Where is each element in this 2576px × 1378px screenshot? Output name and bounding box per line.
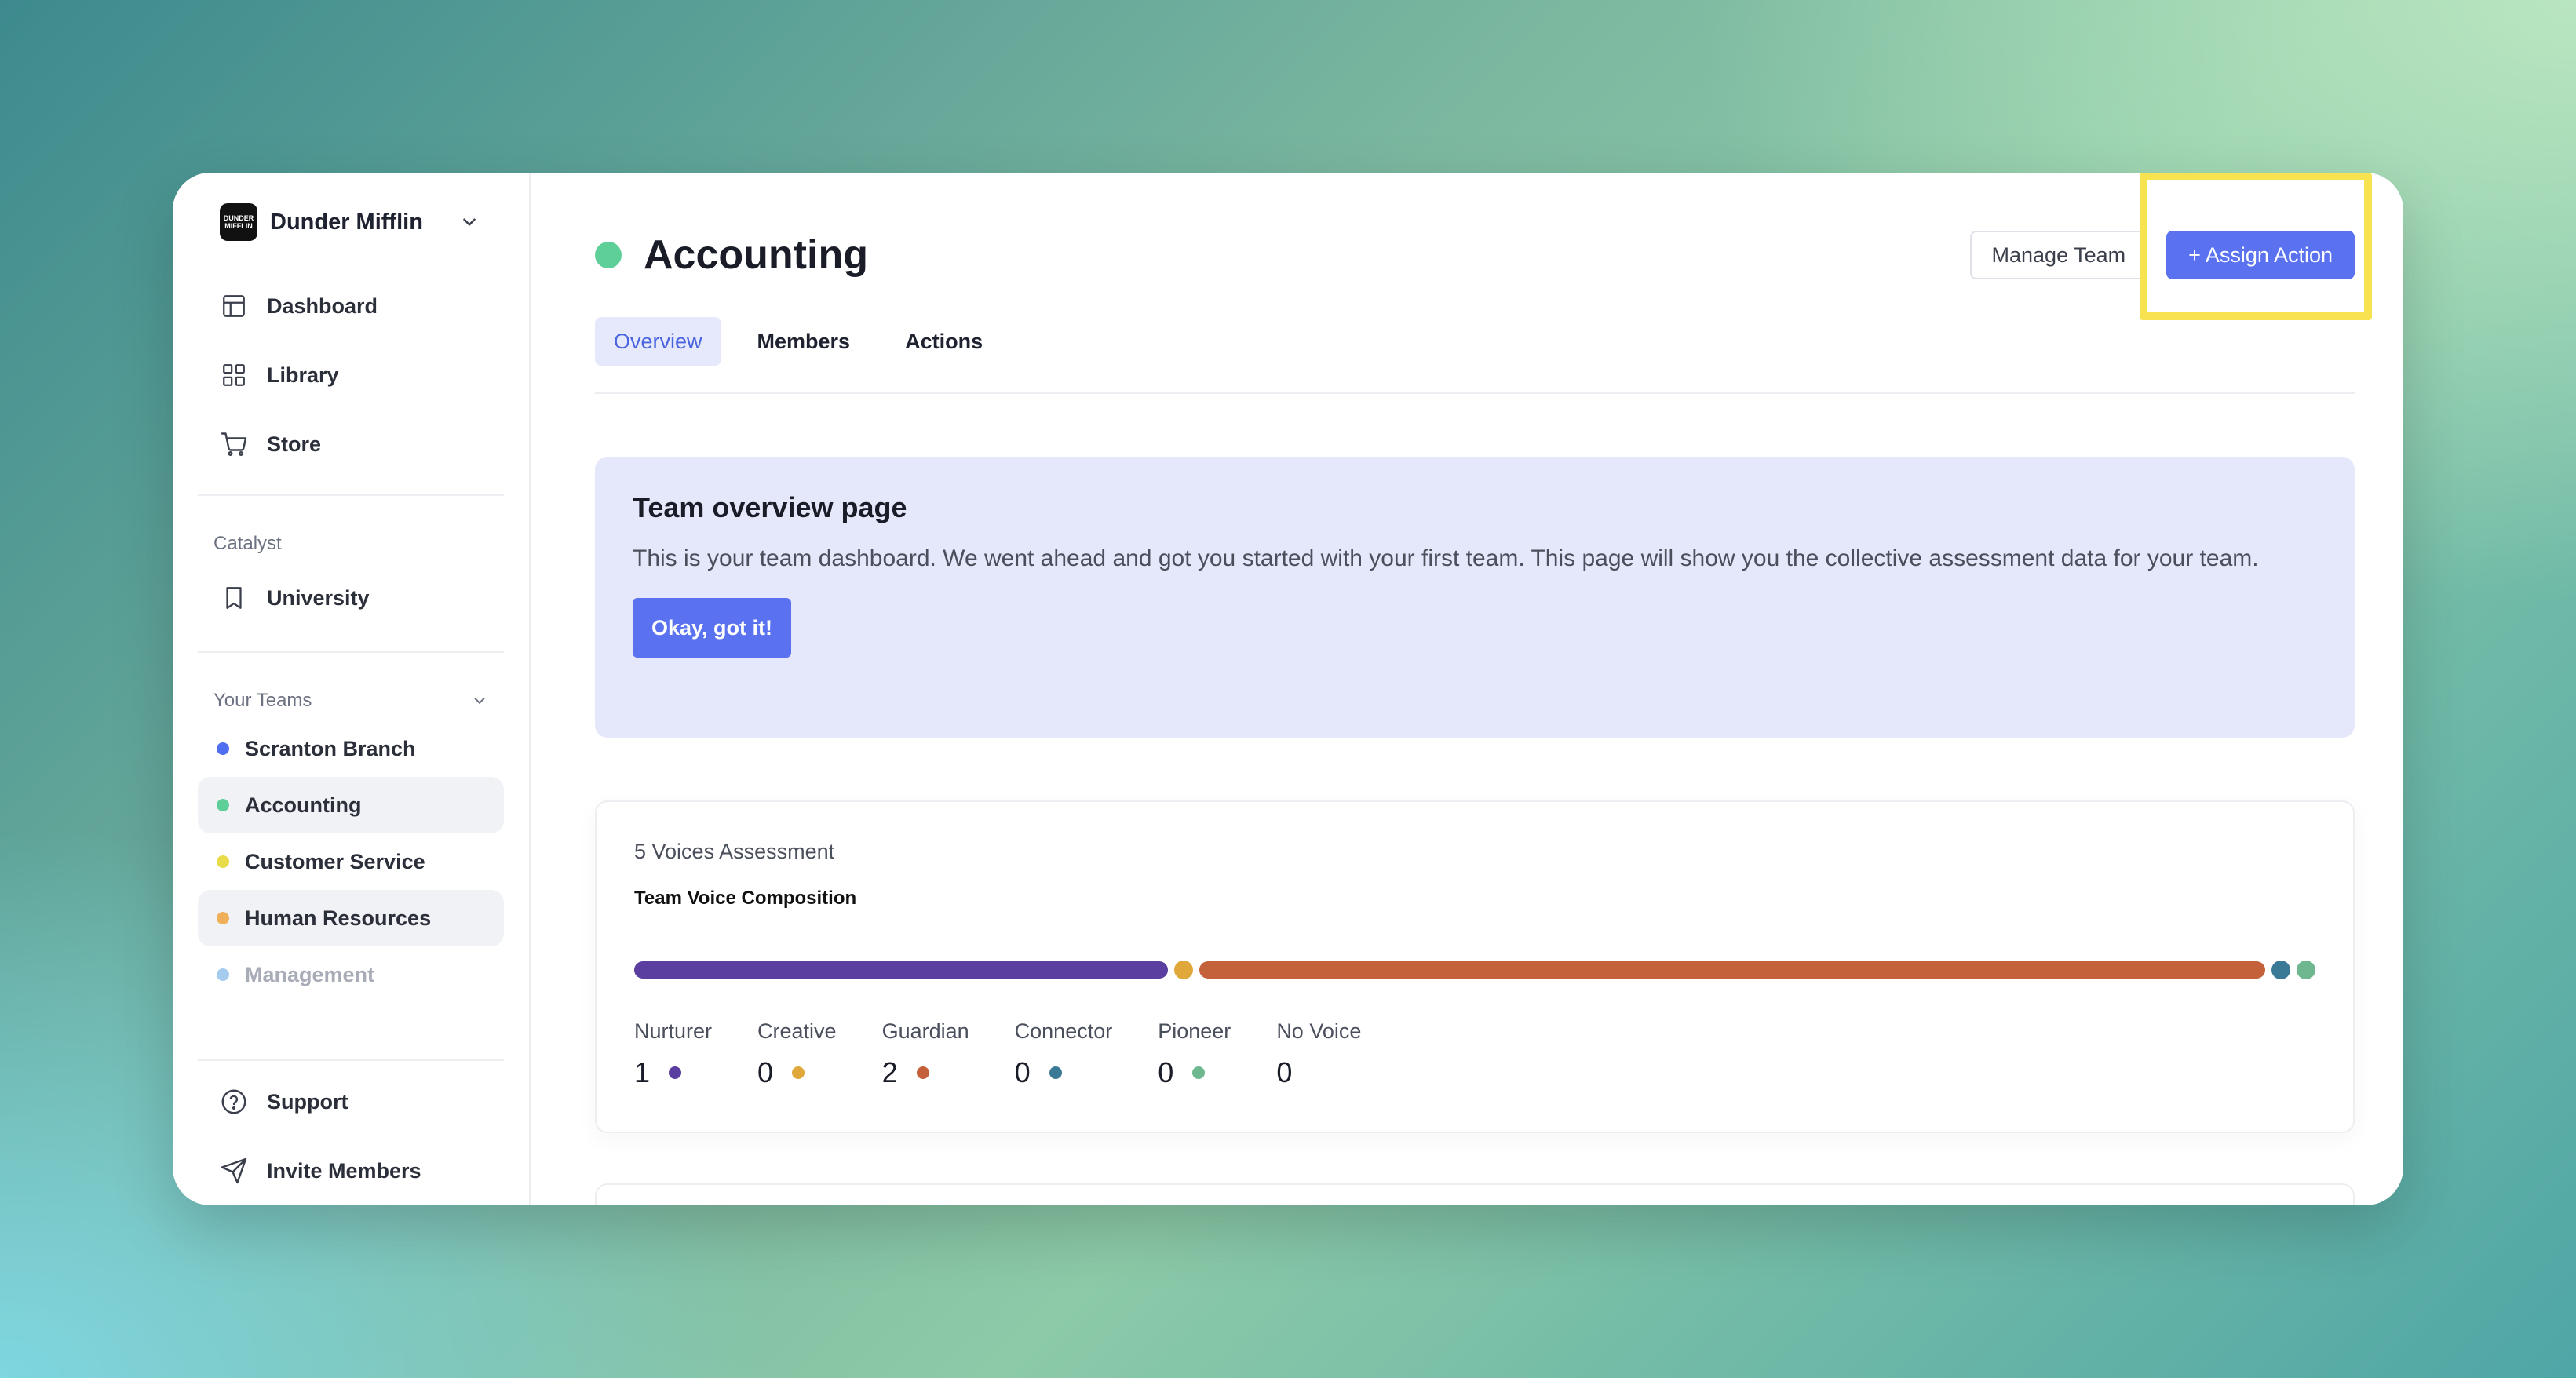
nav-university[interactable]: University (198, 563, 504, 632)
nav-support-label: Support (267, 1089, 348, 1114)
voice-count: 0 (1158, 1056, 1174, 1088)
composition-title: Team Voice Composition (634, 888, 857, 909)
assign-action-button[interactable]: + Assign Action (2166, 231, 2355, 279)
assessment-title: 5 Voices Assessment (634, 840, 835, 863)
tab-actions[interactable]: Actions (886, 317, 1002, 366)
nav-invite-label: Invite Members (267, 1158, 421, 1183)
sidebar-divider (198, 651, 504, 653)
tab-members[interactable]: Members (739, 317, 870, 366)
team-label: Human Resources (245, 906, 432, 930)
assessment-card: 5 Voices Assessment Team Voice Compositi… (595, 800, 2355, 1133)
bar-segment-nurturer (634, 961, 1168, 979)
nav-support[interactable]: Support (198, 1067, 504, 1136)
nav-university-label: University (267, 585, 370, 610)
sidebar-divider (198, 494, 504, 496)
voice-creative: Creative 0 (757, 1019, 837, 1089)
bookmark-icon (220, 584, 248, 612)
tab-overview[interactable]: Overview (595, 317, 721, 366)
nav-dashboard-label: Dashboard (267, 293, 378, 318)
voice-count: 1 (634, 1056, 651, 1088)
voice-name: Pioneer (1158, 1019, 1231, 1043)
org-switcher[interactable]: DUNDER MIFFLIN Dunder Mifflin (198, 173, 504, 272)
voice-composition-bar (634, 960, 2315, 980)
chevron-down-icon[interactable] (471, 692, 488, 709)
voice-count: 0 (757, 1056, 774, 1088)
team-scranton-branch[interactable]: Scranton Branch (198, 720, 504, 777)
voice-dot (1192, 1066, 1206, 1079)
your-teams-label: Your Teams (213, 690, 312, 711)
cart-icon (220, 430, 248, 458)
team-accounting[interactable]: Accounting (198, 777, 504, 833)
catalyst-label: Catalyst (213, 533, 282, 554)
team-color-dot (217, 912, 229, 924)
voice-count: 0 (1014, 1056, 1031, 1088)
bar-pip-connector (2271, 961, 2290, 979)
team-color-dot (217, 968, 229, 981)
team-management[interactable]: Management (198, 946, 504, 1003)
voice-dot (792, 1066, 805, 1079)
banner-body: This is your team dashboard. We went ahe… (633, 545, 2259, 571)
page-header: Accounting Manage Team + Assign Action (595, 173, 2355, 306)
team-label: Management (245, 962, 375, 986)
banner-title: Team overview page (633, 491, 907, 523)
voice-guardian: Guardian 2 (882, 1019, 969, 1089)
team-color-dot (217, 799, 229, 811)
bar-segment-guardian (1199, 961, 2265, 979)
voice-no-voice: No Voice 0 (1276, 1019, 1361, 1089)
nav-library-label: Library (267, 363, 339, 387)
dismiss-banner-button[interactable]: Okay, got it! (633, 598, 792, 658)
page-title: Accounting (644, 232, 868, 278)
nav-store[interactable]: Store (198, 410, 504, 479)
sidebar-bottom-nav: Support Invite Members (198, 1059, 504, 1205)
voice-name: Nurturer (634, 1019, 713, 1043)
voice-pioneer: Pioneer 0 (1158, 1019, 1231, 1089)
voice-name: Guardian (881, 1019, 969, 1043)
voice-name: Connector (1014, 1019, 1113, 1043)
voice-dot (916, 1066, 929, 1079)
team-label: Accounting (245, 793, 362, 817)
nav-library[interactable]: Library (198, 341, 504, 410)
your-teams-header[interactable]: Your Teams (198, 681, 504, 720)
send-icon (220, 1157, 248, 1185)
team-color-dot (217, 742, 229, 755)
grid-icon (220, 361, 248, 389)
voice-count: 2 (881, 1056, 898, 1088)
team-status-dot (595, 242, 622, 268)
sidebar: DUNDER MIFFLIN Dunder Mifflin Dashboard … (173, 173, 531, 1205)
voice-dot (669, 1066, 682, 1079)
app-window: DUNDER MIFFLIN Dunder Mifflin Dashboard … (173, 173, 2403, 1205)
team-human-resources[interactable]: Human Resources (198, 890, 504, 946)
org-logo: DUNDER MIFFLIN (220, 203, 257, 241)
org-name: Dunder Mifflin (270, 209, 423, 235)
voice-name: Creative (757, 1019, 837, 1043)
dashboard-icon (220, 292, 248, 320)
team-label: Customer Service (245, 849, 425, 873)
nav-dashboard[interactable]: Dashboard (198, 272, 504, 341)
nav-store-label: Store (267, 432, 322, 456)
bar-pip-pioneer (2297, 961, 2315, 979)
main-content: Accounting Manage Team + Assign Action O… (531, 173, 2403, 1205)
tab-bar: Overview Members Actions (595, 306, 2355, 394)
team-label: Scranton Branch (245, 736, 416, 760)
team-color-dot (217, 855, 229, 868)
voice-count: 0 (1276, 1056, 1293, 1088)
voice-dot (1049, 1066, 1062, 1079)
manage-team-button[interactable]: Manage Team (1969, 231, 2148, 279)
sidebar-divider (198, 1059, 504, 1061)
voice-connector: Connector 0 (1015, 1019, 1113, 1089)
next-card-edge (595, 1183, 2355, 1205)
overview-banner: Team overview page This is your team das… (595, 457, 2355, 738)
chevron-down-icon[interactable] (454, 206, 485, 238)
voice-legend: Nurturer 1 Creative 0 Guardian 2 Connect… (634, 1019, 2315, 1089)
org-logo-text: DUNDER MIFFLIN (223, 214, 254, 230)
nav-invite-members[interactable]: Invite Members (198, 1136, 504, 1205)
voice-name: No Voice (1276, 1019, 1362, 1043)
help-circle-icon (220, 1088, 248, 1116)
bar-pip-creative (1174, 961, 1193, 979)
voice-nurturer: Nurturer 1 (634, 1019, 712, 1089)
team-customer-service[interactable]: Customer Service (198, 833, 504, 890)
